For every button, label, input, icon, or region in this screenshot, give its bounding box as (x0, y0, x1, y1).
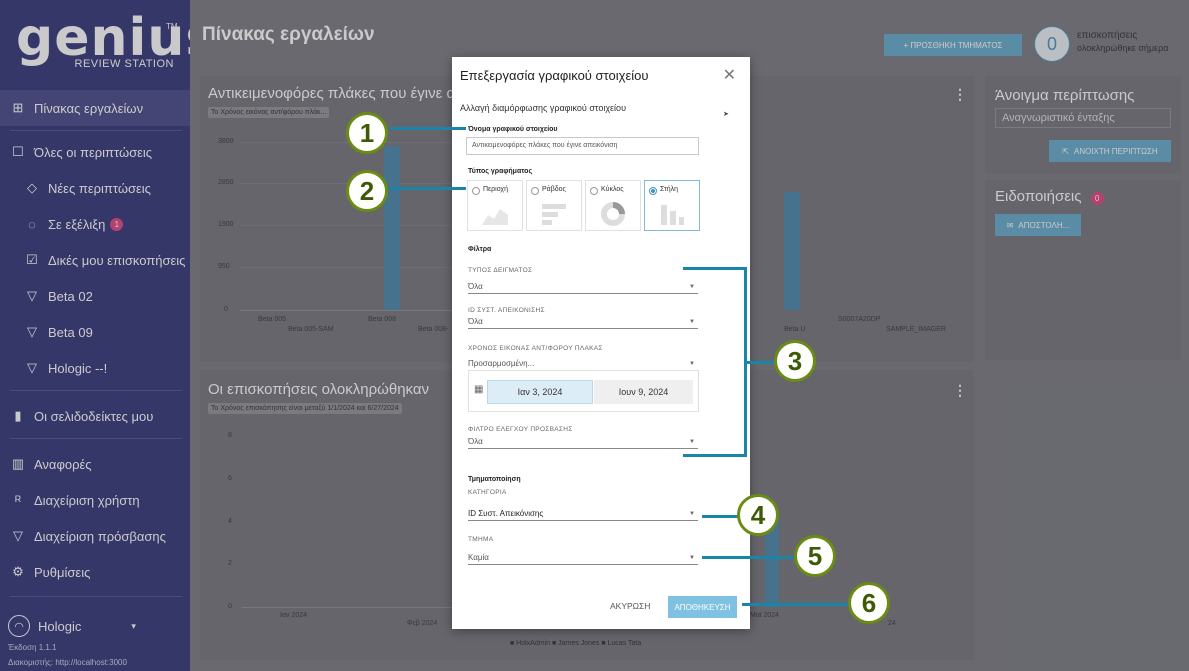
callout-6: 6 (848, 582, 890, 624)
callout-2: 2 (346, 170, 388, 212)
category-select[interactable]: ID Συστ. Απεικόνισης ▼ (468, 509, 698, 521)
widget-name-input[interactable]: Αντικειμενοφόρες πλάκες που έγινε απεικό… (466, 137, 699, 155)
start-date[interactable]: Ιαν 3, 2024 (487, 380, 593, 404)
callout-4: 4 (737, 494, 779, 536)
chevron-down-icon: ▼ (689, 555, 695, 561)
section-select[interactable]: Καμία ▼ (468, 553, 698, 565)
chart-type-label: Ράβδος (542, 186, 566, 193)
donut-chart-icon (601, 202, 625, 226)
column-chart-icon (661, 205, 684, 225)
close-icon[interactable]: ✕ (723, 65, 736, 85)
imager-id-select[interactable]: Όλα ▼ (468, 317, 698, 329)
chart-legend: ■ HolxAdmin ■ James Jones ■ Lucas Tata (510, 640, 642, 647)
save-button[interactable]: ΑΠΟΘΗΚΕΥΣΗ (668, 596, 737, 618)
callout-line-5 (702, 556, 794, 559)
callout-line-3 (683, 454, 747, 457)
edit-widget-dialog: Επεξεργασία γραφικού στοιχείου ✕ Αλλαγή … (452, 57, 750, 629)
radio-icon (472, 187, 480, 195)
date-range-picker: ▦ Ιαν 3, 2024 Ιουν 9, 2024 (468, 370, 699, 412)
callout-3: 3 (774, 340, 816, 382)
sample-type-select[interactable]: Όλα ▼ (468, 282, 698, 294)
radio-selected-icon (649, 187, 657, 195)
callout-1: 1 (346, 112, 388, 154)
slide-image-time-label: ΧΡΟΝΟΣ ΕΙΚΟΝΑΣ ΑΝΤ/ΦΟΡΟΥ ΠΛΑΚΑΣ (468, 345, 603, 352)
bar-chart-icon (542, 204, 566, 225)
callout-line-3 (683, 267, 747, 270)
callout-line-2 (390, 187, 466, 190)
select-value: Όλα (468, 317, 483, 326)
chevron-down-icon: ▼ (689, 439, 695, 445)
select-value: Προσαρμοσμένη... (468, 359, 535, 368)
calendar-icon[interactable]: ▦ (474, 384, 483, 395)
filters-label: Φίλτρα (468, 246, 492, 253)
cancel-button[interactable]: ΑΚΥΡΩΣΗ (610, 601, 650, 611)
callout-line-1 (390, 127, 466, 130)
chart-type-area[interactable]: Περιοχή (467, 180, 523, 231)
area-chart-icon (482, 209, 508, 225)
mouse-cursor-icon: ➤ (723, 111, 729, 118)
chart-type-label: Τύπος γραφήματος (468, 168, 533, 175)
access-control-filter-select[interactable]: Όλα ▼ (468, 437, 698, 449)
select-value: Καμία (468, 553, 489, 562)
callout-line-3 (746, 361, 774, 364)
radio-icon (590, 187, 598, 195)
chevron-down-icon: ▼ (689, 361, 695, 367)
callout-line-4 (702, 515, 738, 518)
dialog-title: Επεξεργασία γραφικού στοιχείου (460, 68, 649, 83)
chart-type-label: Στήλη (660, 186, 679, 193)
chevron-down-icon: ▼ (689, 511, 695, 517)
radio-icon (531, 187, 539, 195)
callout-line-6 (742, 603, 848, 606)
chevron-down-icon: ▼ (689, 284, 695, 290)
select-value: Όλα (468, 282, 483, 291)
chart-type-label: Περιοχή (483, 186, 508, 193)
segmentation-label: Τμηματοποίηση (468, 476, 521, 483)
chart-type-pie[interactable]: Κύκλος (585, 180, 641, 231)
imager-id-label: ID ΣΥΣΤ. ΑΠΕΙΚΟΝΙΣΗΣ (468, 307, 545, 314)
end-date[interactable]: Ιουν 9, 2024 (594, 380, 693, 404)
access-control-filter-label: ΦΙΛΤΡΟ ΕΛΕΓΧΟΥ ΠΡΟΣΒΑΣΗΣ (468, 426, 573, 433)
callout-5: 5 (794, 535, 836, 577)
select-value: Όλα (468, 437, 483, 446)
dialog-subtitle: Αλλαγή διαμόρφωσης γραφικού στοιχείου (460, 103, 626, 113)
sample-type-label: ΤΥΠΟΣ ΔΕΙΓΜΑΤΟΣ (468, 267, 533, 274)
chevron-down-icon: ▼ (689, 319, 695, 325)
widget-name-label: Όνομα γραφικού στοιχείου (468, 126, 558, 133)
chart-type-column[interactable]: Στήλη (644, 180, 700, 231)
chart-type-bar[interactable]: Ράβδος (526, 180, 582, 231)
section-label: ΤΜΗΜΑ (468, 536, 494, 543)
select-value: ID Συστ. Απεικόνισης (468, 509, 544, 518)
chart-type-label: Κύκλος (601, 186, 624, 193)
category-label: ΚΑΤΗΓΟΡΙΑ (468, 489, 507, 496)
